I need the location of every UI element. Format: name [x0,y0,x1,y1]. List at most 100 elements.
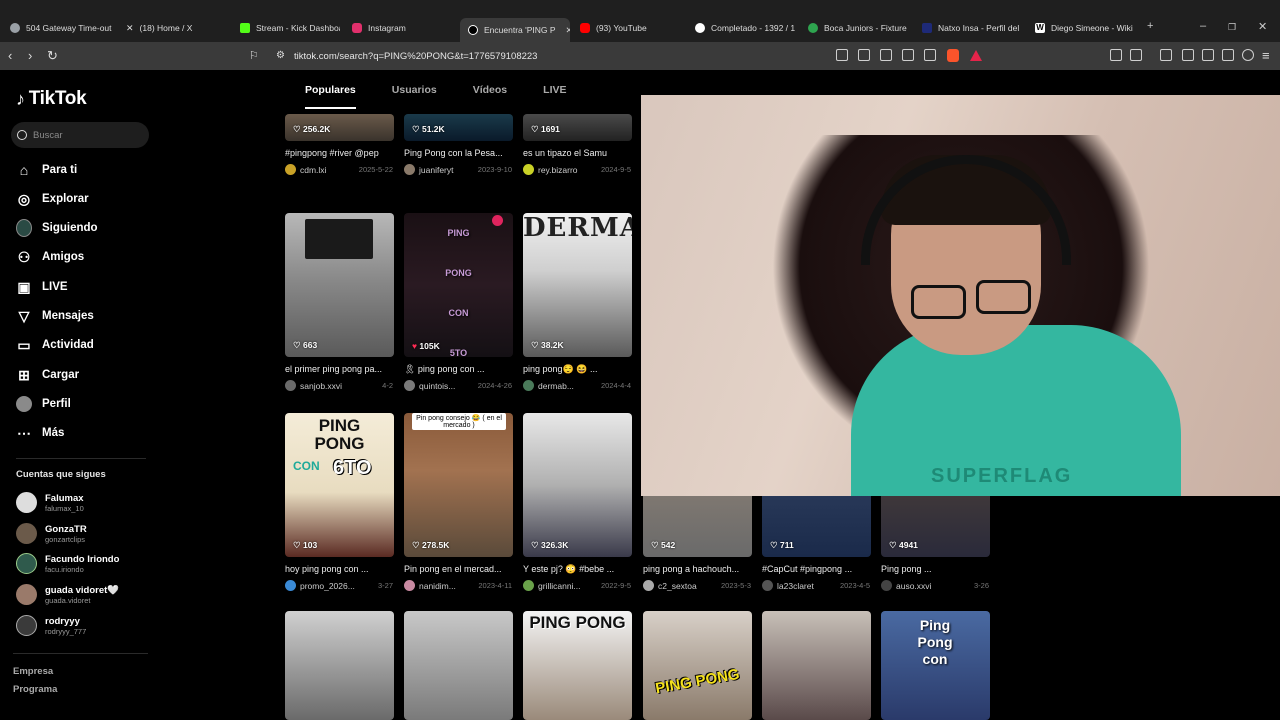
video-caption[interactable]: Ping pong ... [881,564,999,574]
browser-tab-active[interactable]: Encuentra 'PING P ✕ [460,18,570,42]
search-input[interactable]: Buscar [11,122,149,148]
video-meta: nanidim... 2023-4-11 [404,580,522,591]
wallet-icon[interactable] [1202,49,1214,61]
tab-live[interactable]: LIVE [543,84,566,109]
browser-tab[interactable]: Natxo Insa - Perfil del [922,17,1022,39]
leo-icon[interactable] [1222,49,1234,61]
nav-following[interactable]: Siguiendo [16,219,98,237]
extensions-icon[interactable] [1110,49,1122,61]
video-thumbnail[interactable]: PING PONG CON 5TO ♥ 105K [404,213,513,357]
video-thumbnail[interactable]: ♡ 1691 [523,114,632,141]
video-thumbnail[interactable]: ♡ 256.2K [285,114,394,141]
video-thumbnail[interactable] [404,611,513,720]
panel-icon[interactable] [1182,49,1194,61]
browser-tab[interactable]: ✕ (18) Home / X [126,17,231,39]
video-caption[interactable]: hoy ping pong con ... [285,564,403,574]
forward-icon[interactable]: › [28,48,32,63]
video-caption[interactable]: Pin pong en el mercad... [404,564,522,574]
video-thumbnail[interactable] [285,611,394,720]
video-caption[interactable]: ping pong a hachouch... [643,564,761,574]
footer-link-program[interactable]: Programa [13,684,57,695]
nav-for-you[interactable]: ⌂ Para ti [16,162,77,178]
bookmark-icon[interactable]: ⚐ [249,49,259,62]
tweet-screenshot [305,219,373,259]
brave-shield-icon[interactable] [947,49,959,62]
video-thumbnail[interactable]: ♡ 663 [285,213,394,357]
minimize-icon[interactable]: – [1200,20,1206,32]
video-author[interactable]: nanidim... [419,581,456,591]
video-caption[interactable]: Y este pj? 😳 #bebe ... [523,564,641,575]
video-caption[interactable]: ping pong😌 😆 ... [523,364,641,375]
video-thumbnail[interactable]: DERMA ♡ 38.2K [523,213,632,357]
video-author[interactable]: promo_2026... [300,581,355,591]
nav-more[interactable]: ⋯ Más [16,425,64,441]
video-thumbnail[interactable]: Ping Pong con [881,611,990,720]
following-account[interactable]: guada vidoret🤍 guada.vidoret [16,584,119,605]
share-icon[interactable] [924,49,936,61]
back-icon[interactable]: ‹ [8,48,12,63]
video-thumbnail[interactable] [762,611,871,720]
video-thumbnail[interactable]: PING PONG [523,611,632,720]
nav-explore[interactable]: ◎ Explorar [16,191,89,207]
video-author[interactable]: c2_sextoa [658,581,697,591]
video-caption[interactable]: 🎗 ping pong con ... [404,364,522,375]
video-author[interactable]: quintois... [419,381,455,391]
video-author[interactable]: rey.bizarro [538,165,578,175]
browser-tab[interactable]: W Diego Simeone - Wiki [1035,17,1135,39]
translate-icon[interactable] [858,49,870,61]
following-account[interactable]: rodryyy rodryyy_777 [16,615,86,636]
video-caption[interactable]: Ping Pong con la Pesa... [404,148,522,158]
tab-popular[interactable]: Populares [305,84,356,109]
video-caption[interactable]: es un tipazo el Samu [523,148,641,158]
vpn-icon[interactable] [1242,49,1254,61]
browser-tab[interactable]: Stream - Kick Dashboa [240,17,340,39]
cast-icon[interactable] [880,49,892,61]
video-author[interactable]: dermab... [538,381,574,391]
nav-upload[interactable]: ⊞ Cargar [16,367,79,383]
following-account[interactable]: Facundo Iriondo facu.iriondo [16,553,119,574]
tab-users[interactable]: Usuarios [392,84,437,109]
close-window-icon[interactable]: ✕ [1258,20,1267,33]
tab-label: Diego Simeone - Wiki [1051,23,1133,33]
browser-tab[interactable]: Instagram [352,17,452,39]
video-author[interactable]: juaniferyt [419,165,454,175]
video-thumbnail[interactable]: PING PONG CON 6TO ♡ 103 [285,413,394,557]
media-icon[interactable] [1160,49,1172,61]
maximize-icon[interactable]: ❐ [1228,22,1236,33]
tab-videos[interactable]: Vídeos [473,84,507,109]
video-author[interactable]: cdm.lxi [300,165,326,175]
video-caption[interactable]: #CapCut #pingpong ... [762,564,880,574]
brave-rewards-icon[interactable] [970,50,982,61]
video-thumbnail[interactable]: ♡ 51.2K [404,114,513,141]
nav-messages[interactable]: ▽ Mensajes [16,308,94,324]
video-author[interactable]: sanjob.xxvi [300,381,342,391]
menu-icon[interactable]: ≡ [1262,48,1270,63]
key-icon[interactable] [902,49,914,61]
footer-link-company[interactable]: Empresa [13,666,53,677]
browser-tab[interactable]: Boca Juniors - Fixture [808,17,908,39]
reload-icon[interactable]: ↻ [47,48,58,64]
close-tab-icon[interactable]: ✕ [566,25,570,36]
video-author[interactable]: grillicanni... [538,581,581,591]
site-info-icon[interactable]: ⚙ [276,50,285,61]
video-thumbnail[interactable]: Pin pong consejo 😂 ( en el mercado ) ♡ 2… [404,413,513,557]
new-tab-icon[interactable]: + [1147,20,1153,32]
browser-tab[interactable]: (93) YouTube [580,17,680,39]
video-thumbnail[interactable]: PING PONG [643,611,752,720]
video-caption[interactable]: el primer ping pong pa... [285,364,403,374]
video-author[interactable]: la23claret [777,581,814,591]
nav-live[interactable]: ▣ LIVE [16,279,67,295]
nav-friends[interactable]: ⚇ Amigos [16,249,84,265]
following-account[interactable]: Falumax falumax_10 [16,492,84,513]
video-caption[interactable]: #pingpong #river @pep [285,148,403,158]
browser-tab[interactable]: Completado - 1392 / 1 [695,17,795,39]
tiktok-logo[interactable]: ♪ TikTok [16,88,87,110]
extension-icon[interactable] [836,49,848,61]
browser-tab[interactable]: 504 Gateway Time-out [10,17,115,39]
sidebar-icon[interactable] [1130,49,1142,61]
video-author[interactable]: auso.xxvi [896,581,931,591]
nav-profile[interactable]: Perfil [16,396,71,412]
video-thumbnail[interactable]: ♡ 326.3K [523,413,632,557]
nav-activity[interactable]: ▭ Actividad [16,337,93,353]
following-account[interactable]: GonzaTR gonzartclips [16,523,87,544]
